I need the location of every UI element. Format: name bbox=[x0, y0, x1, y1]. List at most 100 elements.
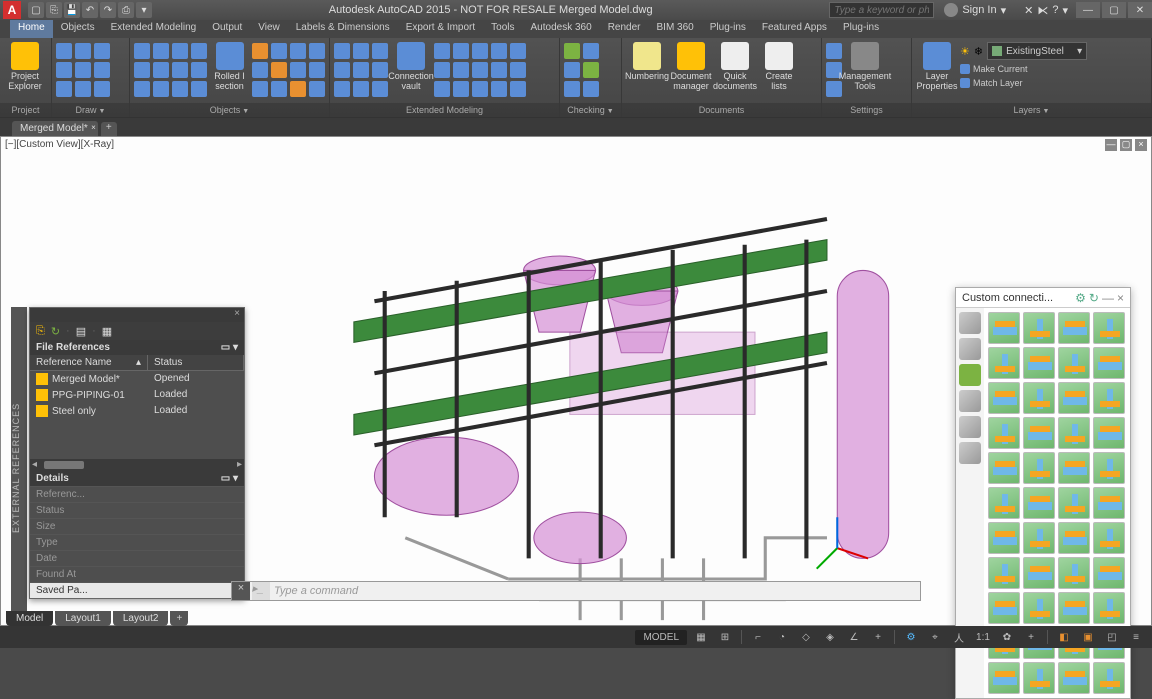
conn-thumb[interactable] bbox=[988, 347, 1020, 379]
arc-tool[interactable] bbox=[56, 62, 72, 78]
tree-view-icon[interactable]: ▦ bbox=[102, 325, 112, 338]
app-icon[interactable]: A bbox=[3, 1, 21, 19]
person-icon[interactable]: 人 bbox=[949, 628, 969, 646]
project-explorer-button[interactable]: Project Explorer bbox=[4, 40, 46, 91]
hw-icon[interactable]: ▣ bbox=[1078, 628, 1098, 646]
obj-tool[interactable] bbox=[309, 62, 325, 78]
conn-thumb[interactable] bbox=[1023, 557, 1055, 589]
conn-thumb[interactable] bbox=[988, 557, 1020, 589]
ellipse-tool[interactable] bbox=[94, 62, 110, 78]
make-current-button[interactable]: Make Current bbox=[960, 64, 1087, 74]
grid-icon[interactable]: ▦ bbox=[691, 628, 711, 646]
text-tool[interactable] bbox=[75, 81, 91, 97]
check-tool[interactable] bbox=[583, 81, 599, 97]
conn-thumb[interactable] bbox=[1023, 662, 1055, 694]
conn-thumb[interactable] bbox=[1093, 417, 1125, 449]
polar-icon[interactable]: ◔ bbox=[772, 628, 792, 646]
layer-properties-button[interactable]: Layer Properties bbox=[916, 40, 958, 91]
viewport[interactable]: [−][Custom View][X-Ray] — ▢ × bbox=[0, 136, 1152, 626]
vp-max-icon[interactable]: ▢ bbox=[1120, 139, 1132, 151]
new-doc-tab[interactable]: + bbox=[101, 122, 117, 136]
scroll-right-icon[interactable]: ▸ bbox=[237, 459, 242, 470]
vp-min-icon[interactable]: — bbox=[1105, 139, 1117, 151]
layer-dropdown[interactable]: ExistingSteel▾ bbox=[987, 42, 1087, 60]
obj-tool[interactable] bbox=[309, 43, 325, 59]
command-line[interactable]: × ▸_ Type a command bbox=[231, 581, 921, 601]
tab-view[interactable]: View bbox=[250, 20, 288, 38]
rolled-i-section-button[interactable]: Rolled I section bbox=[209, 40, 250, 91]
col-refname[interactable]: Reference Name ▴ bbox=[30, 355, 148, 370]
ext-tool[interactable] bbox=[372, 81, 388, 97]
ext-tool[interactable] bbox=[491, 81, 507, 97]
check-tool[interactable] bbox=[564, 43, 580, 59]
ext-tool[interactable] bbox=[453, 81, 469, 97]
conn-thumb[interactable] bbox=[1058, 417, 1090, 449]
xref-collapse-icon[interactable]: ▭ ▾ bbox=[221, 342, 238, 353]
conn-thumb[interactable] bbox=[988, 522, 1020, 554]
ortho-icon[interactable]: ⌐ bbox=[748, 628, 768, 646]
conn-thumb[interactable] bbox=[1093, 557, 1125, 589]
obj-tool[interactable] bbox=[252, 62, 268, 78]
scroll-left-icon[interactable]: ◂ bbox=[32, 459, 37, 470]
tab-plugins2[interactable]: Plug-ins bbox=[835, 20, 887, 38]
quick-docs-button[interactable]: Quick documents bbox=[714, 40, 756, 91]
qat-redo-icon[interactable]: ↷ bbox=[100, 2, 116, 18]
tab-output[interactable]: Output bbox=[204, 20, 250, 38]
tab-labels[interactable]: Labels & Dimensions bbox=[288, 20, 398, 38]
circle-tool[interactable] bbox=[94, 43, 110, 59]
obj-tool[interactable] bbox=[153, 43, 169, 59]
connection-vault-button[interactable]: Connection vault bbox=[390, 40, 432, 91]
tab-extended-modeling[interactable]: Extended Modeling bbox=[103, 20, 205, 38]
check-tool[interactable] bbox=[583, 62, 599, 78]
obj-tool[interactable] bbox=[172, 62, 188, 78]
customize-icon[interactable]: ≡ bbox=[1126, 628, 1146, 646]
conn-thumb[interactable] bbox=[988, 487, 1020, 519]
tab-bim360[interactable]: BIM 360 bbox=[649, 20, 702, 38]
conn-thumb[interactable] bbox=[988, 312, 1020, 344]
obj-tool[interactable] bbox=[191, 62, 207, 78]
iso-icon[interactable]: ◧ bbox=[1054, 628, 1074, 646]
obj-tool[interactable] bbox=[153, 62, 169, 78]
conn-thumb[interactable] bbox=[988, 662, 1020, 694]
conn-thumb[interactable] bbox=[1093, 592, 1125, 624]
xref-row[interactable]: PPG-PIPING-01Loaded bbox=[30, 387, 244, 403]
obj-tool[interactable] bbox=[134, 81, 150, 97]
check-tool[interactable] bbox=[583, 43, 599, 59]
tool-pipe[interactable] bbox=[959, 442, 981, 464]
rect-tool[interactable] bbox=[75, 62, 91, 78]
conn-thumb[interactable] bbox=[1093, 487, 1125, 519]
xref-palette-title[interactable]: EXTERNAL REFERENCES bbox=[11, 307, 27, 637]
obj-tool[interactable] bbox=[134, 62, 150, 78]
conn-thumb[interactable] bbox=[1023, 522, 1055, 554]
conn-thumb[interactable] bbox=[1093, 452, 1125, 484]
doc-manager-button[interactable]: Document manager bbox=[670, 40, 712, 91]
ext-tool[interactable] bbox=[372, 62, 388, 78]
conn-thumb[interactable] bbox=[1023, 487, 1055, 519]
help-icon[interactable]: ? bbox=[1052, 4, 1058, 17]
maximize-button[interactable]: ▢ bbox=[1102, 2, 1126, 18]
close-button[interactable]: ✕ bbox=[1128, 2, 1152, 18]
match-layer-button[interactable]: Match Layer bbox=[960, 78, 1087, 88]
conn-thumb[interactable] bbox=[1058, 347, 1090, 379]
tool-axis[interactable] bbox=[959, 390, 981, 412]
ext-tool[interactable] bbox=[510, 81, 526, 97]
ext-tool[interactable] bbox=[434, 62, 450, 78]
hatch-tool[interactable] bbox=[56, 81, 72, 97]
conn-thumb[interactable] bbox=[1093, 347, 1125, 379]
obj-tool[interactable] bbox=[290, 43, 306, 59]
conn-thumb[interactable] bbox=[1058, 452, 1090, 484]
snap-icon[interactable]: ⊞ bbox=[715, 628, 735, 646]
obj-tool[interactable] bbox=[309, 81, 325, 97]
ext-tool[interactable] bbox=[353, 62, 369, 78]
ext-tool[interactable] bbox=[353, 81, 369, 97]
conn-thumb[interactable] bbox=[988, 452, 1020, 484]
exchange-icon[interactable]: ✕ bbox=[1024, 4, 1033, 17]
tab-tools[interactable]: Tools bbox=[483, 20, 522, 38]
conn-thumb[interactable] bbox=[1023, 592, 1055, 624]
create-lists-button[interactable]: Create lists bbox=[758, 40, 800, 91]
tab-autodesk360[interactable]: Autodesk 360 bbox=[523, 20, 600, 38]
ext-tool[interactable] bbox=[491, 62, 507, 78]
attach-icon[interactable]: ⎘ bbox=[36, 325, 45, 338]
obj-tool[interactable] bbox=[252, 43, 268, 59]
qat-print-icon[interactable]: ⎙ bbox=[118, 2, 134, 18]
